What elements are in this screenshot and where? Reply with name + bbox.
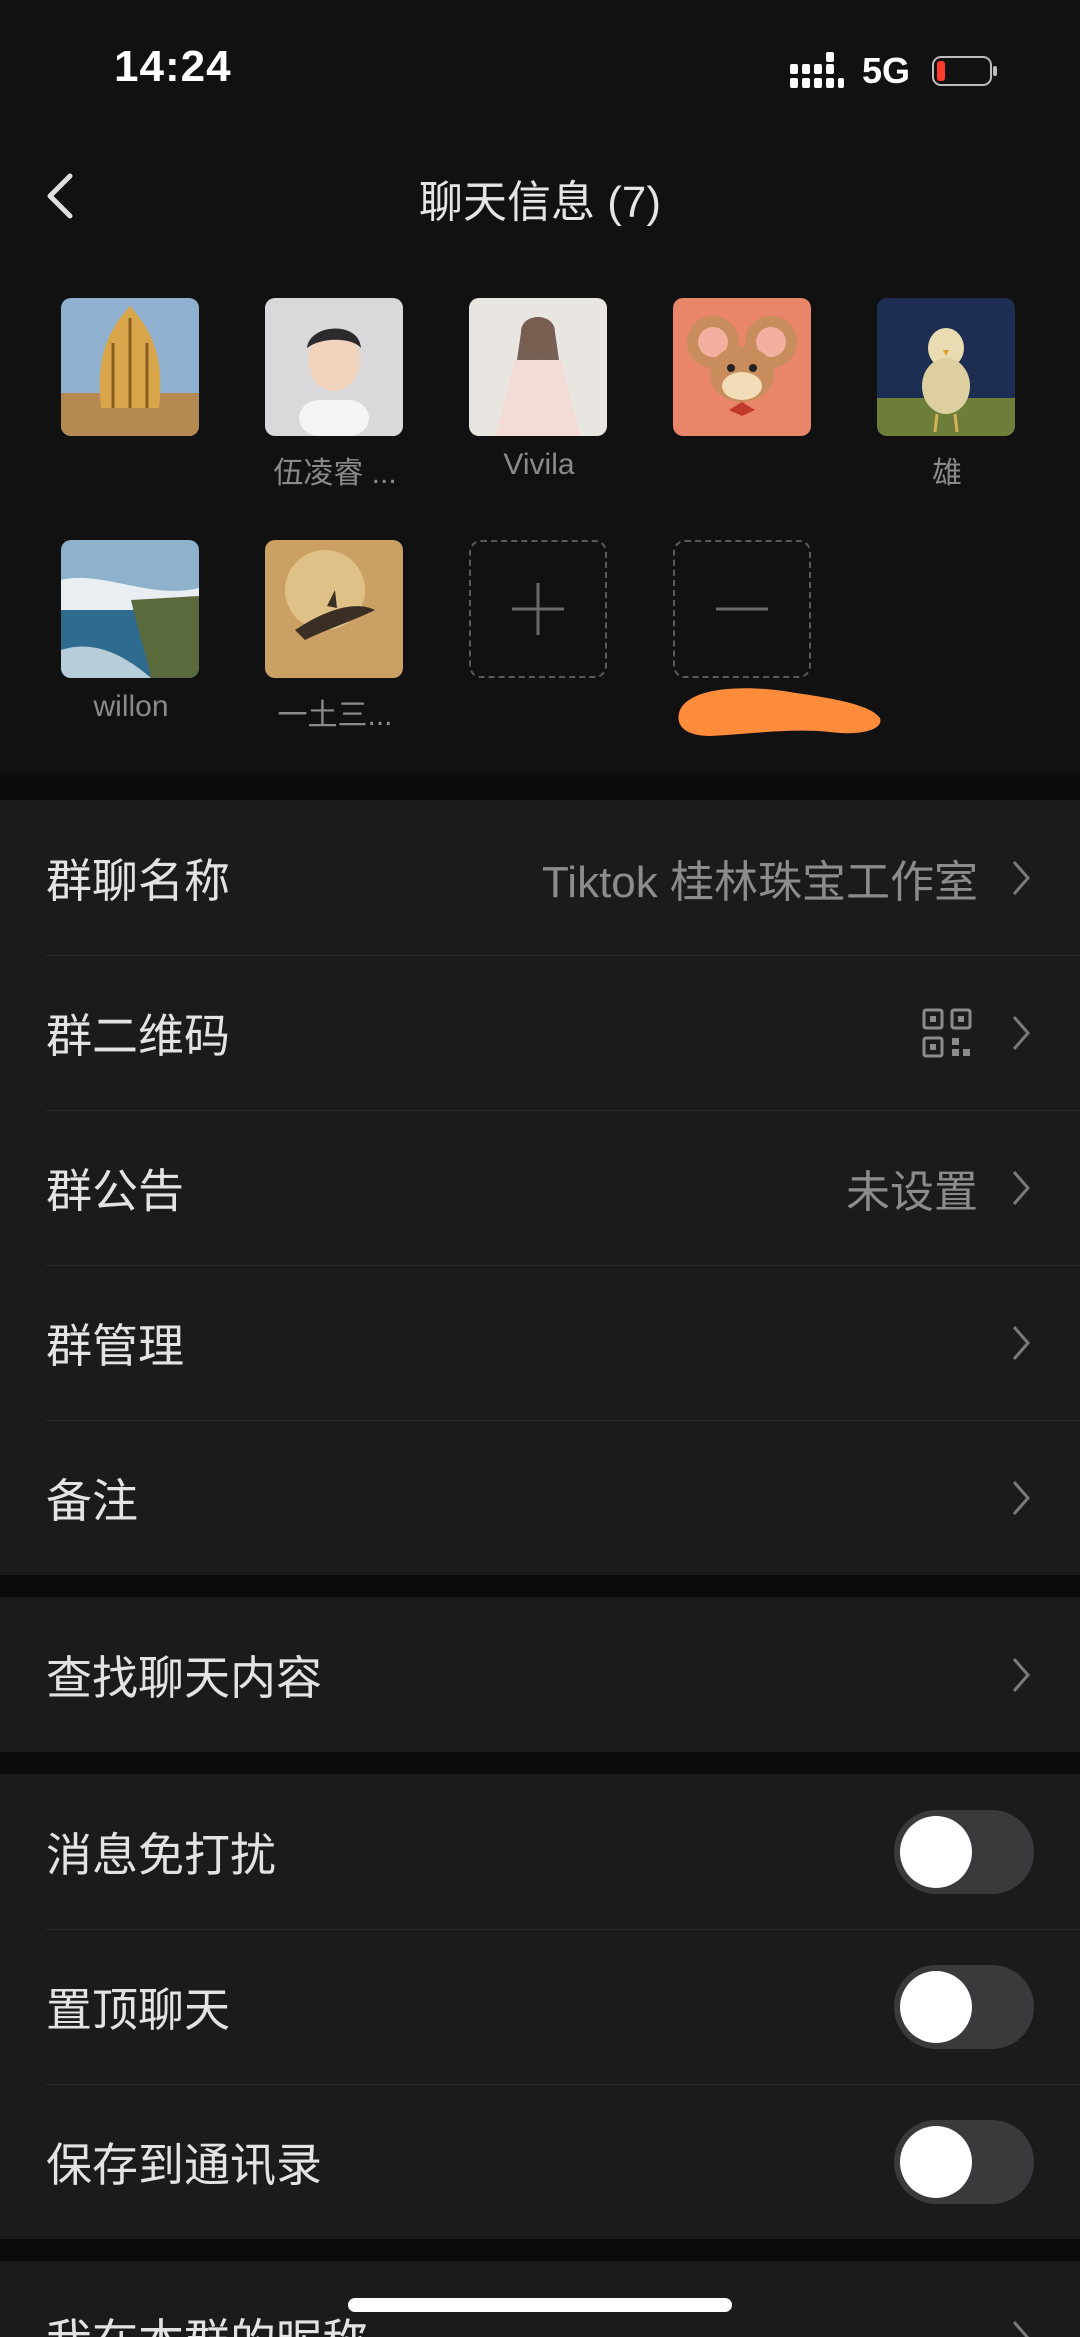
remove-member-button[interactable]: [673, 540, 811, 678]
member-item[interactable]: willon: [61, 540, 201, 724]
group-qrcode-row[interactable]: 群二维码: [0, 955, 1080, 1110]
row-label: 置顶聊天: [46, 1983, 230, 2036]
chevron-right-icon: [1012, 1015, 1030, 1050]
group-notice-row[interactable]: 群公告 未设置: [0, 1110, 1080, 1265]
battery-icon: [932, 56, 997, 86]
member-item[interactable]: 雄: [877, 298, 1017, 492]
plus-icon: [512, 583, 564, 635]
member-item[interactable]: [61, 298, 201, 448]
group-manage-row[interactable]: 群管理: [0, 1265, 1080, 1420]
row-label: 我在本群的昵称: [46, 2305, 368, 2337]
avatar[interactable]: [265, 540, 403, 678]
section-divider: [0, 2239, 1080, 2261]
search-chat-row[interactable]: 查找聊天内容: [0, 1597, 1080, 1752]
avatar[interactable]: [265, 298, 403, 436]
home-indicator: [348, 2298, 732, 2312]
minus-icon: [716, 607, 768, 611]
avatar[interactable]: [61, 540, 199, 678]
toggle-knob: [900, 1815, 972, 1888]
network-type: 5G: [862, 50, 911, 91]
member-item[interactable]: 伍凌睿 ...: [265, 298, 405, 492]
member-item[interactable]: 一土三...: [265, 540, 405, 734]
member-name: willon: [93, 690, 169, 723]
group-name-value: Tiktok 桂林珠宝工作室: [542, 857, 978, 907]
group-notice-value: 未设置: [846, 1167, 978, 1217]
toggle-knob: [900, 2125, 972, 2198]
chevron-right-icon: [1012, 1480, 1030, 1515]
row-label: 群二维码: [46, 1009, 230, 1062]
group-info-section: 群聊名称 Tiktok 桂林珠宝工作室 群二维码 群公告 未设置 群管理 备注: [0, 800, 1080, 1575]
avatar[interactable]: [61, 298, 199, 436]
section-divider: [0, 775, 1080, 800]
member-item[interactable]: [673, 298, 813, 448]
row-label: 查找聊天内容: [46, 1651, 322, 1704]
save-contacts-row: 保存到通讯录: [0, 2084, 1080, 2239]
row-label: 消息免打扰: [46, 1828, 276, 1881]
redaction-scribble: [678, 688, 881, 736]
qr-code-icon: [922, 1008, 972, 1057]
search-section: 查找聊天内容: [0, 1597, 1080, 1752]
row-label: 群管理: [46, 1319, 184, 1372]
nav-bar: 聊天信息 (7): [0, 140, 1080, 250]
mute-toggle[interactable]: [894, 1809, 1034, 1894]
row-label: 备注: [46, 1474, 138, 1527]
member-item[interactable]: [673, 540, 813, 678]
pin-toggle[interactable]: [894, 1964, 1034, 2049]
member-name: Vivila: [503, 448, 575, 481]
status-time: 14:24: [114, 42, 232, 91]
group-remark-row[interactable]: 备注: [0, 1420, 1080, 1575]
chevron-right-icon: [1012, 1325, 1030, 1360]
member-item[interactable]: [469, 540, 609, 678]
add-member-button[interactable]: [469, 540, 607, 678]
chevron-right-icon: [1012, 1657, 1030, 1692]
row-label: 群公告: [46, 1164, 184, 1217]
member-item[interactable]: Vivila: [469, 298, 609, 482]
mute-row: 消息免打扰: [0, 1774, 1080, 1929]
chevron-right-icon: [1012, 860, 1030, 895]
page-title: 聊天信息 (7): [419, 178, 661, 227]
section-divider: [0, 1575, 1080, 1597]
status-bar: 14:24 5G: [0, 0, 1080, 140]
row-label: 群聊名称: [46, 854, 230, 907]
member-grid: 伍凌睿 ... Vivila 雄 willon 一土三...: [0, 250, 1080, 770]
member-name: 一土三...: [277, 699, 393, 732]
pin-row: 置顶聊天: [0, 1929, 1080, 2084]
member-name: 伍凌睿 ...: [273, 457, 397, 490]
avatar[interactable]: [877, 298, 1015, 436]
avatar[interactable]: [673, 298, 811, 436]
settings-section: 消息免打扰 置顶聊天 保存到通讯录: [0, 1774, 1080, 2239]
member-name: 雄: [932, 457, 962, 490]
section-divider: [0, 1752, 1080, 1774]
toggle-knob: [900, 1970, 972, 2043]
signal-icon: [790, 52, 844, 88]
save-contacts-toggle[interactable]: [894, 2119, 1034, 2204]
row-label: 保存到通讯录: [46, 2138, 322, 2191]
avatar[interactable]: [469, 298, 607, 436]
chevron-right-icon: [1012, 1170, 1030, 1205]
group-name-row[interactable]: 群聊名称 Tiktok 桂林珠宝工作室: [0, 800, 1080, 955]
chevron-right-icon: [1012, 2321, 1030, 2337]
